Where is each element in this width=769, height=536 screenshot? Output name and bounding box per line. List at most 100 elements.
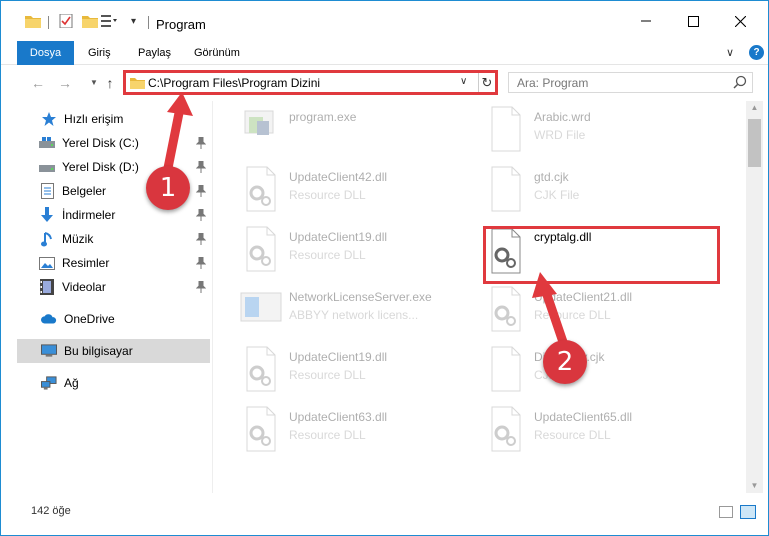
sidebar-item-label: Belgeler (62, 184, 107, 198)
pin-icon[interactable] (196, 281, 206, 293)
download-icon (39, 207, 55, 223)
separator (48, 16, 49, 29)
customize-view-icon[interactable] (101, 14, 117, 28)
callout-2: 2 (543, 340, 587, 384)
back-arrow-icon[interactable]: ← (29, 75, 47, 91)
sidebar-item-label: Videolar (62, 280, 106, 294)
navigation-pane: Hızlı erişim Yerel Disk (C:) Yerel Disk … (1, 101, 213, 493)
file-name: gtd.cjk (534, 170, 569, 184)
file-item[interactable]: UpdateClient63.dll Resource DLL (239, 405, 479, 461)
sidebar-item-pictures[interactable]: Resimler (17, 251, 210, 275)
help-icon[interactable]: ? (749, 45, 764, 60)
file-name: UpdateClient21.dll (534, 290, 633, 304)
forward-arrow-icon[interactable]: → (56, 75, 74, 91)
file-name: UpdateClient63.dll (289, 410, 388, 424)
file-item[interactable]: UpdateClient42.dll Resource DLL (239, 165, 479, 221)
new-folder-icon[interactable] (82, 14, 98, 28)
properties-icon[interactable] (58, 14, 74, 28)
file-name: UpdateClient19.dll (289, 350, 388, 364)
file-name: UpdateClient65.dll (534, 410, 633, 424)
address-dropdown-icon[interactable]: ∨ (460, 76, 467, 87)
dll-file-icon (246, 346, 276, 392)
pin-icon[interactable] (196, 209, 206, 221)
sidebar-item-music[interactable]: Müzik (17, 227, 210, 251)
tab-view[interactable]: Görünüm (182, 41, 252, 65)
search-input[interactable]: Ara: Program (508, 72, 753, 93)
close-button[interactable] (720, 7, 760, 35)
file-name: NetworkLicenseServer.exe (289, 290, 432, 304)
file-type: Resource DLL (289, 188, 366, 202)
item-count: 142 öğe (31, 505, 71, 517)
navigation-bar: ← → ▼ ↑ C:\Program Files\Program Dizini … (1, 67, 768, 99)
window-title: Program (156, 17, 206, 32)
folder-icon[interactable] (25, 14, 41, 28)
file-item[interactable]: NetworkLicenseServer.exe ABBYY network l… (239, 285, 479, 341)
file-item[interactable]: UpdateClient21.dll Resource DLL (484, 285, 724, 341)
file-item[interactable]: gtd.cjk CJK File (484, 165, 724, 221)
scroll-down-icon[interactable]: ▼ (746, 481, 763, 493)
pin-icon[interactable] (196, 257, 206, 269)
sidebar-item-label: İndirmeler (62, 208, 116, 222)
pin-icon[interactable] (196, 233, 206, 245)
file-item[interactable]: Dictionary.cjk CJK File (484, 345, 724, 401)
file-name: program.exe (289, 110, 357, 124)
network-icon (41, 375, 57, 391)
file-item[interactable]: program.exe (239, 105, 479, 161)
sidebar-item-network[interactable]: Ağ (17, 371, 210, 395)
exe-file-icon (244, 110, 274, 135)
up-arrow-icon[interactable]: ↑ (101, 75, 119, 91)
sidebar-item-label: Yerel Disk (C:) (62, 136, 139, 150)
details-view-icon[interactable] (719, 506, 733, 518)
generic-file-icon (491, 346, 521, 392)
large-icons-view-icon[interactable] (740, 505, 756, 519)
sidebar-item-local-disk-c[interactable]: Yerel Disk (C:) (17, 131, 210, 155)
file-name: Arabic.wrd (534, 110, 591, 124)
dll-file-icon (491, 286, 521, 332)
quick-access-dropdown-icon[interactable]: ▾ (131, 16, 136, 27)
file-item[interactable]: Arabic.wrd WRD File (484, 105, 724, 161)
sidebar-item-onedrive[interactable]: OneDrive (17, 307, 210, 331)
tab-home[interactable]: Giriş (76, 41, 123, 65)
callout-1: 1 (146, 166, 190, 210)
scroll-thumb[interactable] (748, 119, 761, 167)
sidebar-item-label: Bu bilgisayar (64, 344, 133, 358)
file-name: UpdateClient19.dll (289, 230, 388, 244)
maximize-icon (687, 15, 699, 27)
file-item[interactable]: UpdateClient19.dll Resource DLL (239, 225, 479, 281)
status-bar: 142 öğe (1, 497, 768, 527)
search-icon[interactable] (733, 75, 747, 89)
tab-share[interactable]: Paylaş (126, 41, 183, 65)
documents-icon (39, 183, 55, 199)
file-type: ABBYY network licens... (289, 308, 419, 322)
maximize-button[interactable] (673, 7, 713, 35)
exe-file-icon (240, 292, 282, 322)
sidebar-item-quick-access[interactable]: Hızlı erişim (17, 107, 210, 131)
pin-icon[interactable] (196, 185, 206, 197)
highlight-box (483, 226, 720, 284)
address-bar[interactable]: C:\Program Files\Program Dizini ∨ ↻ (123, 70, 498, 95)
file-type: Resource DLL (534, 308, 611, 322)
sidebar-item-this-pc[interactable]: Bu bilgisayar (17, 339, 210, 363)
sidebar-item-label: Müzik (62, 232, 94, 246)
file-item[interactable]: UpdateClient65.dll Resource DLL (484, 405, 724, 461)
expand-ribbon-icon[interactable]: ∨ (726, 46, 734, 59)
file-item[interactable]: UpdateClient19.dll Resource DLL (239, 345, 479, 401)
pin-icon[interactable] (196, 137, 206, 149)
generic-file-icon (491, 166, 521, 212)
minimize-button[interactable] (626, 7, 666, 35)
refresh-icon[interactable]: ↻ (478, 73, 495, 92)
close-icon (734, 15, 746, 27)
sidebar-item-downloads[interactable]: İndirmeler (17, 203, 210, 227)
pictures-icon (39, 255, 55, 271)
pin-icon[interactable] (196, 161, 206, 173)
dll-file-icon (246, 226, 276, 272)
address-path[interactable]: C:\Program Files\Program Dizini (148, 76, 320, 90)
sidebar-item-label: Ağ (64, 376, 79, 390)
folder-icon (130, 78, 145, 89)
sidebar-item-videos[interactable]: Videolar (17, 275, 210, 299)
computer-icon (41, 343, 57, 359)
file-type: Resource DLL (289, 248, 366, 262)
tab-file[interactable]: Dosya (17, 41, 74, 65)
scroll-up-icon[interactable]: ▲ (746, 103, 763, 115)
vertical-scrollbar[interactable]: ▲ ▼ (746, 101, 763, 493)
